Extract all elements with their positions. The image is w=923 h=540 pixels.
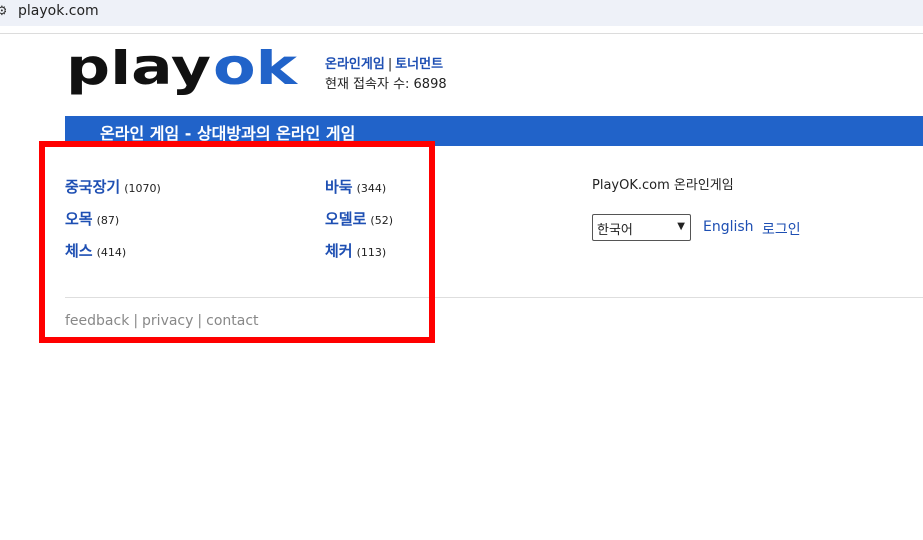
login-link[interactable]: 로그인 xyxy=(762,219,801,239)
address-url[interactable]: playok.com xyxy=(18,3,99,19)
site-info-icon[interactable]: ⚙ xyxy=(0,4,6,20)
logo-text-play: play xyxy=(66,49,211,96)
language-selected-value: 한국어 xyxy=(597,223,633,238)
link-separator: | xyxy=(387,57,393,72)
english-link[interactable]: English xyxy=(703,219,754,235)
online-games-link[interactable]: 온라인게임 xyxy=(325,57,385,72)
header-links: 온라인게임 | 토너먼트 현재 접속자 수: 6898 xyxy=(325,55,447,95)
highlight-box xyxy=(39,141,435,343)
logo-text-ok: ok xyxy=(213,49,298,96)
language-select[interactable]: 한국어 ▼ xyxy=(592,214,691,241)
playok-logo[interactable]: play ok xyxy=(66,49,298,99)
address-bar[interactable]: ⚙ playok.com xyxy=(0,0,923,26)
site-name: PlayOK.com 온라인게임 xyxy=(592,178,734,193)
site-info-panel: PlayOK.com 온라인게임 한국어 ▼ English 로그인 xyxy=(592,174,801,241)
online-users-count: 현재 접속자 수: 6898 xyxy=(325,77,447,92)
language-row: 한국어 ▼ English 로그인 xyxy=(592,214,852,242)
tournament-link[interactable]: 토너먼트 xyxy=(395,57,443,72)
toolbar-divider xyxy=(0,33,923,34)
chevron-down-icon: ▼ xyxy=(677,221,685,232)
logo-wordmark: play ok xyxy=(66,49,298,96)
